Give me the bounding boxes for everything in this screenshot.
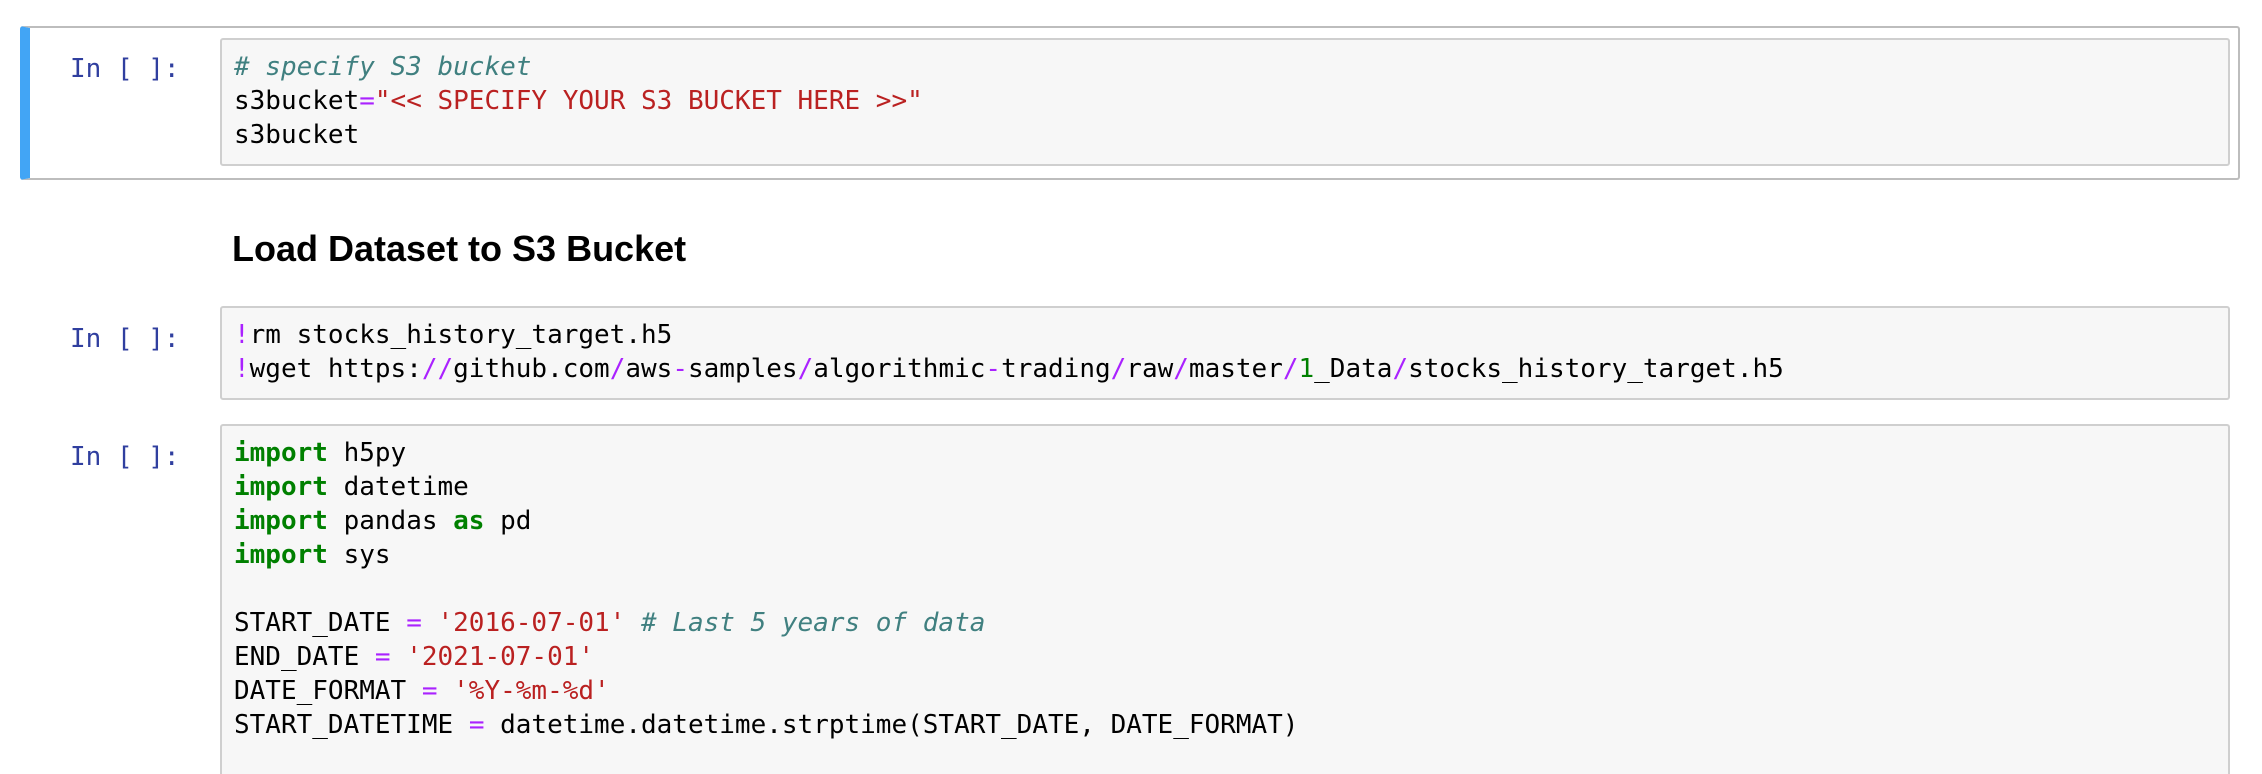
code-line: # specify S3 bucket [234,50,2216,84]
code-string: '2016-07-01' [421,608,626,638]
code-variable: DATE_FORMAT [234,676,422,706]
code-line: END_DATE = '2021-07-01' [234,640,2216,674]
code-text: samples [687,354,798,384]
code-text: pd [484,506,532,536]
code-text: _Data [1314,354,1393,384]
code-comment: # specify S3 bucket [234,52,532,82]
code-operator: = [359,86,375,116]
code-text: wget https: [249,354,422,384]
code-keyword: import [234,540,328,570]
code-operator: / [1282,354,1299,384]
code-line: !wget https://github.com/aws-samples/alg… [234,352,2216,386]
markdown-heading: Load Dataset to S3 Bucket [232,228,687,269]
code-input-area[interactable]: !rm stocks_history_target.h5 !wget https… [220,306,2230,400]
code-number: 1 [1298,354,1315,384]
code-line: import pandas as pd [234,504,2216,538]
code-operator: - [985,354,1002,384]
code-operator: / [1392,354,1409,384]
code-operator: = [468,710,485,740]
code-line: import datetime [234,470,2216,504]
code-text: datetime.datetime.strptime(START_DATE, D… [484,710,1299,740]
code-operator: / [797,354,814,384]
code-text: sys [327,540,391,570]
code-text: raw [1126,354,1174,384]
code-text: github.com [453,354,610,384]
code-string: '%Y-%m-%d' [437,676,610,706]
code-operator: / [609,354,626,384]
code-string: "<< SPECIFY YOUR S3 BUCKET HERE >>" [374,86,923,116]
code-keyword: as [453,506,485,536]
code-variable: START_DATETIME [234,710,469,740]
code-operator: - [672,354,688,384]
code-text: rm stocks_history_target.h5 [249,320,673,350]
code-operator: ! [234,354,250,384]
code-text: pandas [327,506,454,536]
code-line: DATE_FORMAT = '%Y-%m-%d' [234,674,2216,708]
code-comment: # Last 5 years of data [625,608,986,638]
code-text: h5py [327,438,407,468]
code-line: s3bucket [234,118,2216,152]
code-operator: / [1110,354,1127,384]
code-keyword: import [234,438,328,468]
code-input-area[interactable]: import h5py import datetime import panda… [220,424,2230,774]
code-variable: s3bucket [234,120,360,150]
cell-prompt: In [ ]: [70,54,180,84]
code-text: master [1188,354,1283,384]
code-variable: START_DATE [234,608,407,638]
code-line: import sys [234,538,2216,572]
code-text: stocks_history_target.h5 [1408,354,1784,384]
code-line: import h5py [234,436,2216,470]
code-operator: = [406,608,422,638]
code-input-area[interactable]: # specify S3 bucket s3bucket="<< SPECIFY… [220,38,2230,166]
code-text: aws [625,354,673,384]
code-text: datetime [327,472,469,502]
code-operator: = [374,642,391,672]
cell-prompt: In [ ]: [70,442,180,472]
code-line: START_DATE = '2016-07-01' # Last 5 years… [234,606,2216,640]
code-operator: / [1173,354,1189,384]
code-line: !rm stocks_history_target.h5 [234,318,2216,352]
code-variable: s3bucket [234,86,360,116]
code-string: '2021-07-01' [390,642,595,672]
code-line: s3bucket="<< SPECIFY YOUR S3 BUCKET HERE… [234,84,2216,118]
code-operator: ! [234,320,250,350]
code-operator: // [421,354,454,384]
code-variable: END_DATE [234,642,375,672]
code-text: trading [1001,354,1111,384]
code-text: algorithmic [813,354,986,384]
cell-prompt: In [ ]: [70,324,180,354]
code-line: START_DATETIME = datetime.datetime.strpt… [234,708,2216,742]
code-keyword: import [234,506,328,536]
code-operator: = [421,676,438,706]
code-keyword: import [234,472,328,502]
